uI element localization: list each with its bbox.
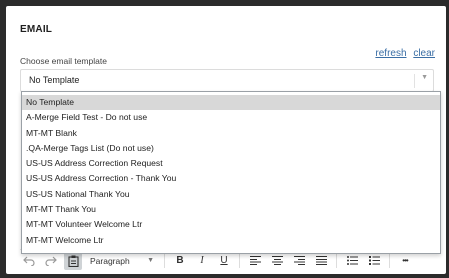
dropdown-option[interactable]: US-US Address Correction - Thank You xyxy=(22,171,440,186)
select-divider xyxy=(414,74,415,88)
dropdown-option[interactable]: A-Merge Field Test - Do not use xyxy=(22,110,440,125)
align-center-button[interactable] xyxy=(268,252,286,270)
dropdown-option[interactable]: No Template xyxy=(22,95,440,111)
underline-button[interactable]: U xyxy=(215,252,233,270)
toolbar-divider xyxy=(389,253,390,268)
dropdown-option[interactable]: MT-MT Welcome Ltr xyxy=(22,233,440,248)
dropdown-option[interactable]: US-US National Thank You xyxy=(22,187,440,202)
italic-button[interactable]: I xyxy=(193,252,211,270)
bullet-list-icon xyxy=(346,256,358,265)
toolbar-divider xyxy=(239,253,240,268)
more-options-button[interactable]: ••• xyxy=(396,252,414,270)
align-justify-icon xyxy=(315,256,327,265)
chevron-down-icon: ▼ xyxy=(147,257,154,264)
chevron-down-icon[interactable]: ▼ xyxy=(421,74,428,81)
bullet-list-button[interactable] xyxy=(343,252,361,270)
redo-icon xyxy=(45,256,57,266)
section-title: EMAIL xyxy=(20,24,53,35)
template-field-label: Choose email template xyxy=(20,56,107,66)
template-links: refresh clear xyxy=(371,48,435,59)
toolbar-divider xyxy=(164,253,165,268)
undo-icon xyxy=(23,256,35,266)
paragraph-style-select[interactable]: Paragraph ▼ xyxy=(86,252,158,270)
refresh-link[interactable]: refresh xyxy=(375,48,406,59)
align-center-icon xyxy=(271,256,283,265)
paragraph-style-label: Paragraph xyxy=(90,255,130,266)
align-right-button[interactable] xyxy=(290,252,308,270)
redo-button[interactable] xyxy=(42,252,60,270)
template-select[interactable]: No Template ▼ xyxy=(20,69,434,92)
bold-button[interactable]: B xyxy=(171,252,189,270)
dropdown-option[interactable]: MT-MT Blank xyxy=(22,126,440,141)
align-left-icon xyxy=(249,256,261,265)
align-justify-button[interactable] xyxy=(312,252,330,270)
dropdown-option[interactable]: .QA-Merge Tags List (Do not use) xyxy=(22,141,440,156)
template-select-value: No Template xyxy=(29,75,80,85)
email-panel: EMAIL refresh clear Choose email templat… xyxy=(6,6,446,274)
dropdown-option[interactable]: US-US Address Correction Request xyxy=(22,156,440,171)
dropdown-option[interactable]: MT-MT Volunteer Welcome Ltr xyxy=(22,217,440,232)
toolbar-divider xyxy=(336,253,337,268)
align-right-icon xyxy=(293,256,305,265)
align-left-button[interactable] xyxy=(246,252,264,270)
dropdown-option[interactable]: MT-MT Thank You xyxy=(22,202,440,217)
clear-link[interactable]: clear xyxy=(413,48,435,59)
undo-button[interactable] xyxy=(20,252,38,270)
numbered-list-button[interactable] xyxy=(365,252,383,270)
template-dropdown-list: No Template A-Merge Field Test - Do not u… xyxy=(21,91,441,254)
paste-button[interactable] xyxy=(64,251,82,270)
paste-icon xyxy=(67,255,79,267)
numbered-list-icon xyxy=(368,256,380,265)
